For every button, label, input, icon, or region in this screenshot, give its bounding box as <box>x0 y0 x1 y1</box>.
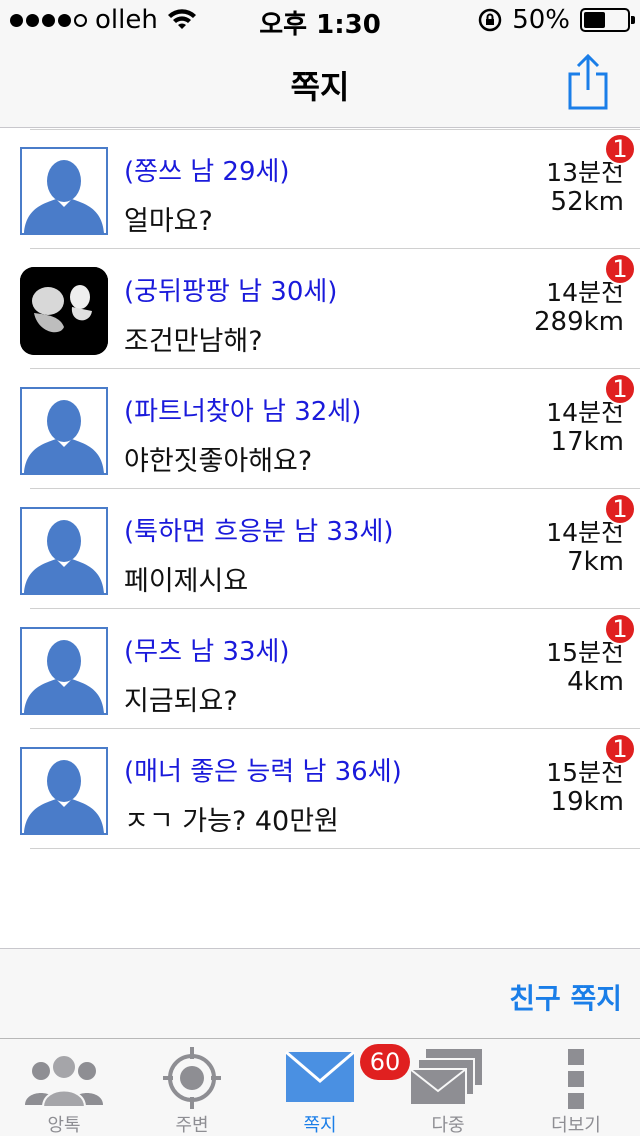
tab-bar: 앙톡 주변 쪽지 다중 더보기 <box>0 1038 640 1136</box>
battery-area: 50% <box>478 5 635 35</box>
unread-count-badge: 60 <box>360 1044 410 1080</box>
tab-label: 앙톡 <box>47 1115 81 1136</box>
avatar[interactable] <box>20 267 108 355</box>
message-row[interactable]: (쫑쓰 남 29세) 얼마요? 13분전 52km 1 <box>0 129 640 249</box>
divider <box>30 129 640 130</box>
sender-name: (무츠 남 33세) <box>124 637 290 667</box>
sender-name: (쫑쓰 남 29세) <box>124 157 290 187</box>
unread-badge: 1 <box>604 493 636 525</box>
friend-message-bar: 친구 쪽지 <box>0 948 640 1038</box>
default-avatar-icon <box>24 640 104 713</box>
message-row[interactable]: (파트너찾아 남 32세) 야한짓좋아해요? 14분전 17km 1 <box>0 369 640 489</box>
people-icon <box>25 1054 103 1107</box>
message-preview: 얼마요? <box>124 206 213 237</box>
battery-icon <box>580 8 635 32</box>
unread-badge: 1 <box>604 253 636 285</box>
avatar[interactable] <box>20 627 108 715</box>
unread-badge: 1 <box>604 733 636 765</box>
message-list: (쫑쓰 남 29세) 얼마요? 13분전 52km 1 (궁뒤팡팡 남 30세) 조건만남해… <box>0 129 640 849</box>
share-icon[interactable] <box>564 52 612 112</box>
sender-distance: 52km <box>550 187 624 217</box>
message-preview: 야한짓좋아해요? <box>124 446 313 477</box>
avatar[interactable] <box>20 387 108 475</box>
message-row[interactable]: (매너 좋은 능력 남 36세) ㅈㄱ 가능? 40만원 15분전 19km 1 <box>0 729 640 849</box>
unread-badge: 1 <box>604 613 636 645</box>
default-avatar-icon <box>24 760 104 833</box>
unread-badge: 1 <box>604 373 636 405</box>
message-preview: 조건만남해? <box>124 326 263 357</box>
tab-label: 다중 <box>431 1115 465 1136</box>
page-title: 쪽지 <box>290 68 350 106</box>
message-preview: ㅈㄱ 가능? 40만원 <box>124 806 339 837</box>
sender-name: (툭하면 흐응분 남 33세) <box>124 517 394 547</box>
tab-label: 주변 <box>175 1115 209 1136</box>
sender-name: (파트너찾아 남 32세) <box>124 397 362 427</box>
more-icon <box>568 1049 584 1109</box>
sender-distance: 17km <box>550 427 624 457</box>
friend-message-button[interactable]: 친구 쪽지 <box>509 977 622 1017</box>
message-row[interactable]: (툭하면 흐응분 남 33세) 페이제시요 14분전 7km 1 <box>0 489 640 609</box>
tab-label: 더보기 <box>551 1115 601 1136</box>
sender-distance: 7km <box>567 547 624 577</box>
navigation-bar: 쪽지 <box>0 40 640 128</box>
sender-name: (궁뒤팡팡 남 30세) <box>124 277 338 307</box>
multi-mail-icon <box>410 1049 482 1106</box>
photo-avatar-image <box>20 267 108 355</box>
tab-label: 쪽지 <box>303 1115 337 1136</box>
default-avatar-icon <box>24 160 104 233</box>
default-avatar-icon <box>24 520 104 593</box>
sender-distance: 19km <box>550 787 624 817</box>
avatar[interactable] <box>20 747 108 835</box>
sender-distance: 4km <box>567 667 624 697</box>
sender-distance: 289km <box>533 307 624 337</box>
message-row[interactable]: (무츠 남 33세) 지금되요? 15분전 4km 1 <box>0 609 640 729</box>
default-avatar-icon <box>24 400 104 473</box>
battery-fill <box>584 12 605 28</box>
message-preview: 지금되요? <box>124 686 238 717</box>
tab-talk[interactable]: 앙톡 <box>0 1039 128 1136</box>
divider <box>30 848 640 849</box>
battery-percent: 50% <box>512 5 570 35</box>
tab-more[interactable]: 더보기 <box>512 1039 640 1136</box>
rotation-lock-icon <box>478 8 502 32</box>
avatar[interactable] <box>20 147 108 235</box>
status-bar: olleh 오후 1:30 50% <box>0 0 640 40</box>
message-row[interactable]: (궁뒤팡팡 남 30세) 조건만남해? 14분전 289km 1 <box>0 249 640 369</box>
sender-name: (매너 좋은 능력 남 36세) <box>124 757 402 787</box>
target-icon <box>163 1047 221 1109</box>
mail-icon <box>285 1051 355 1102</box>
tab-nearby[interactable]: 주변 <box>128 1039 256 1136</box>
message-preview: 페이제시요 <box>124 566 249 597</box>
unread-badge: 1 <box>604 133 636 165</box>
avatar[interactable] <box>20 507 108 595</box>
